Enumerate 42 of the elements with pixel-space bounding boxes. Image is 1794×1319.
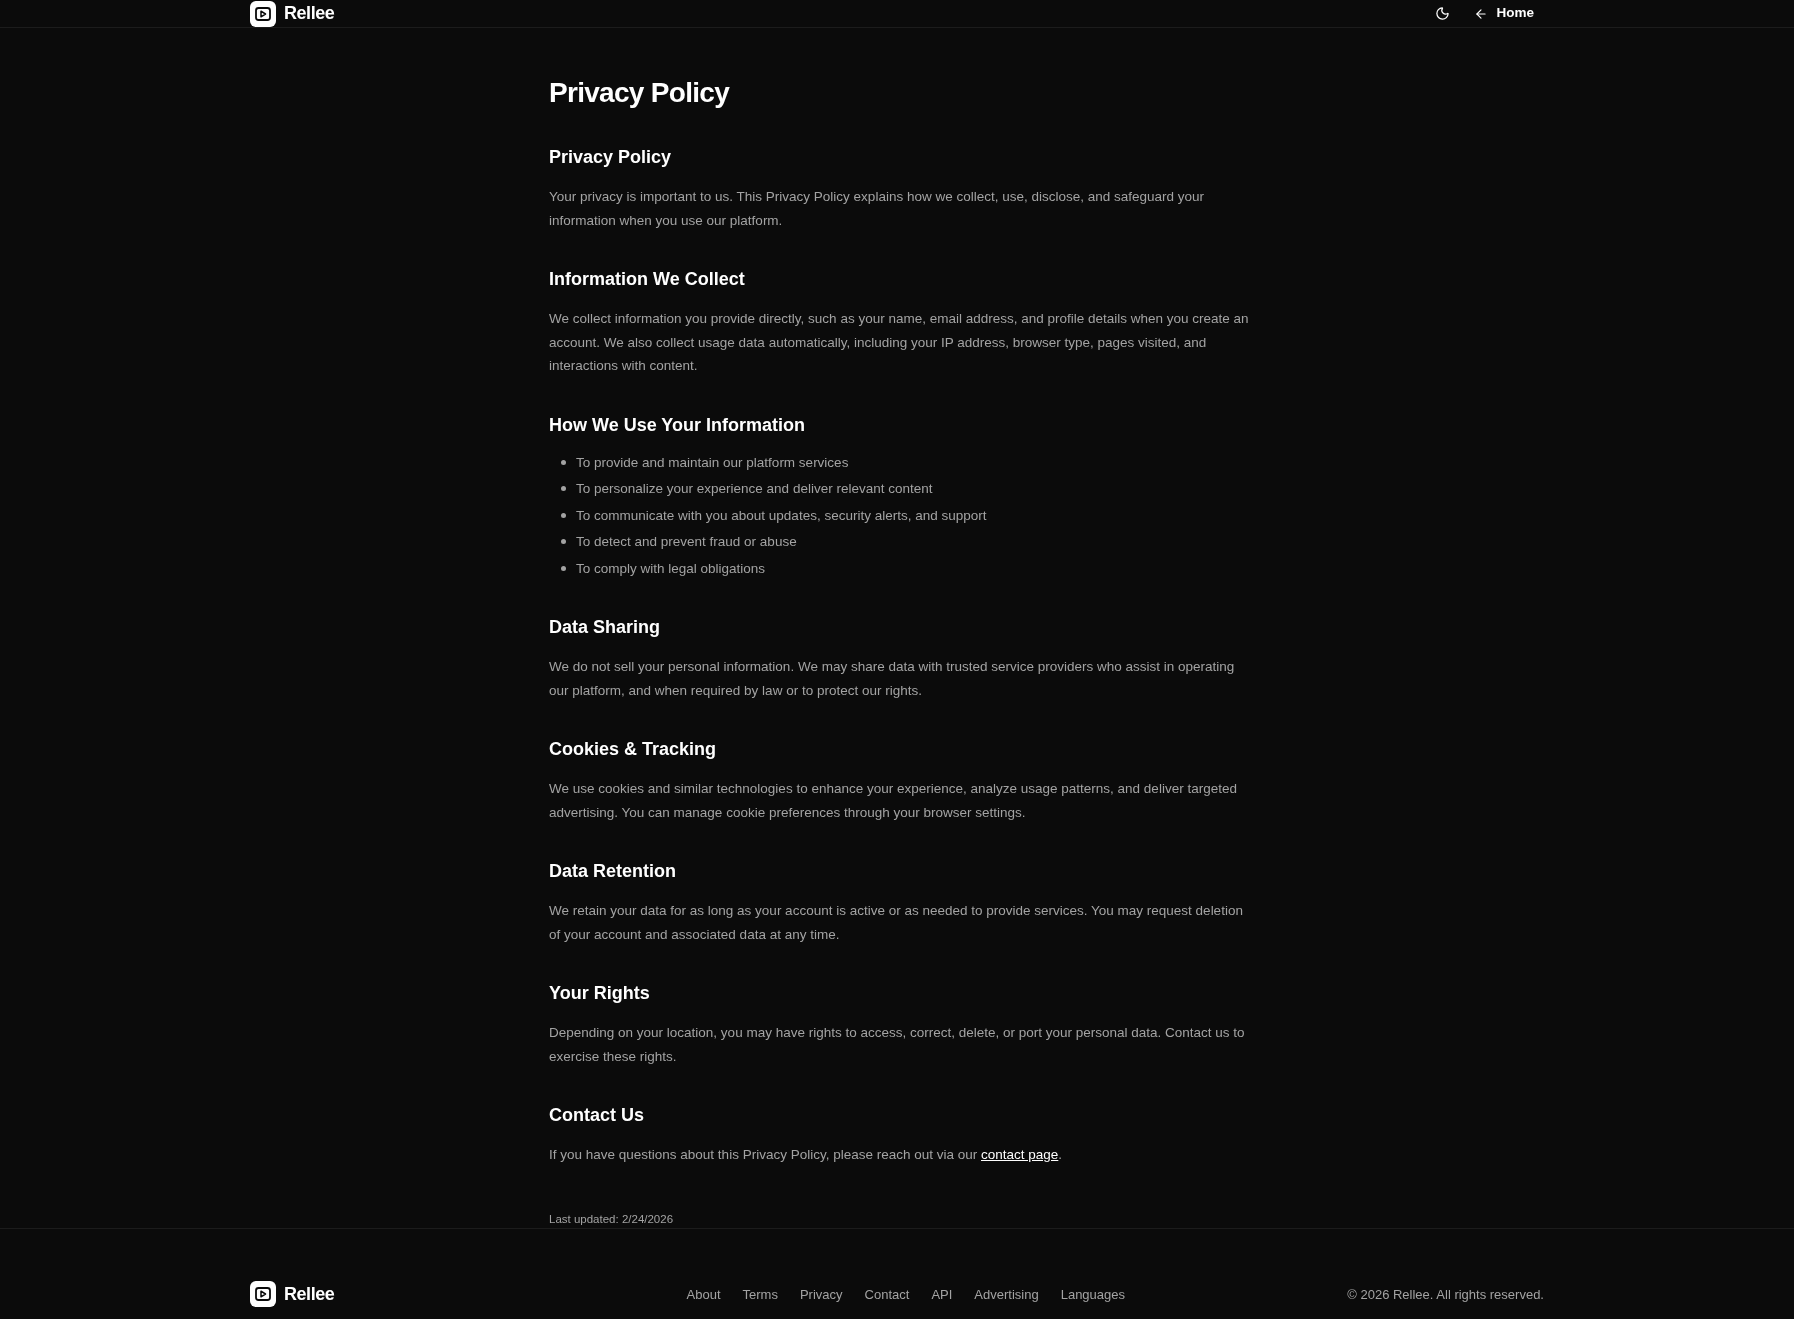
home-link[interactable]: Home	[1474, 3, 1534, 24]
section-paragraph: We retain your data for as long as your account is active or as needed to provide services. You may request deletion of your account and associated data at any time.	[549, 902, 1244, 944]
logo-icon	[250, 1281, 276, 1308]
section-heading: Information We Collect	[549, 268, 746, 291]
section-heading: Your Rights	[549, 982, 651, 1005]
section-heading: Cookies & Tracking	[549, 738, 718, 761]
section-heading: How We Use Your Information	[549, 413, 807, 437]
arrow-left-icon	[1474, 6, 1489, 21]
moon-icon	[1435, 6, 1450, 21]
bullet-icon	[561, 539, 566, 545]
section-paragraph: If you have questions about this Privacy Policy, please reach out via our contact page.	[549, 1146, 1064, 1164]
footer-link[interactable]: Terms	[742, 1284, 778, 1304]
footer-link[interactable]: Contact	[864, 1284, 910, 1304]
list-item: To comply with legal obligations	[576, 559, 766, 578]
bullet-icon	[561, 565, 566, 571]
list-item: To provide and maintain our platform services	[576, 453, 849, 472]
bullet-icon	[561, 512, 566, 518]
brand-name: Rellee	[284, 1282, 335, 1306]
copyright: © 2026 Rellee. All rights reserved.	[1347, 1285, 1544, 1304]
footer-link[interactable]: About	[686, 1284, 721, 1304]
section-heading: Contact Us	[549, 1104, 645, 1127]
section-paragraph: We use cookies and similar technologies to enhance your experience, analyze usage patterns, and deliver targeted advertising. You can manage cookie preferences through your browser settings.	[549, 780, 1238, 822]
section-heading: Privacy Policy	[549, 146, 673, 169]
section-heading: Data Retention	[549, 860, 677, 883]
bullet-icon	[561, 486, 566, 492]
list-item: To detect and prevent fraud or abuse	[576, 533, 797, 551]
section-heading: Data Sharing	[549, 616, 662, 639]
footer-link[interactable]: Privacy	[799, 1284, 843, 1304]
contact-link[interactable]: contact page	[981, 1147, 1059, 1162]
footer-link[interactable]: Languages	[1060, 1284, 1125, 1304]
footer-link[interactable]: API	[931, 1284, 953, 1304]
section-paragraph: We do not sell your personal information. We may share data with trusted service providers who assist in operating our platform, and when required by law or to protect our rights.	[549, 658, 1236, 700]
section-paragraph: Depending on your location, you may have rights to access, correct, delete, or port your personal data. Contact us to exercise these rights.	[549, 1024, 1246, 1066]
brand-name: Rellee	[284, 2, 335, 25]
list-item: To communicate with you about updates, security alerts, and support	[576, 506, 987, 525]
footer-link[interactable]: Advertising	[974, 1284, 1039, 1304]
section-paragraph: Your privacy is important to us. This Privacy Policy explains how we collect, use, disclose, and safeguard your information when you use our platform.	[549, 188, 1206, 230]
bullet-icon	[561, 459, 566, 465]
last-updated: Last updated: 2/24/2026	[549, 1211, 675, 1227]
page-title: Privacy Policy	[549, 76, 731, 110]
section-paragraph: We collect information you provide directly, such as your name, email address, and profile details when you create an account. We also collect usage data automatically, including your IP address, browser type, pages visited, and interactions with content.	[549, 310, 1250, 375]
list-item: To personalize your experience and deliver relevant content	[576, 480, 933, 498]
